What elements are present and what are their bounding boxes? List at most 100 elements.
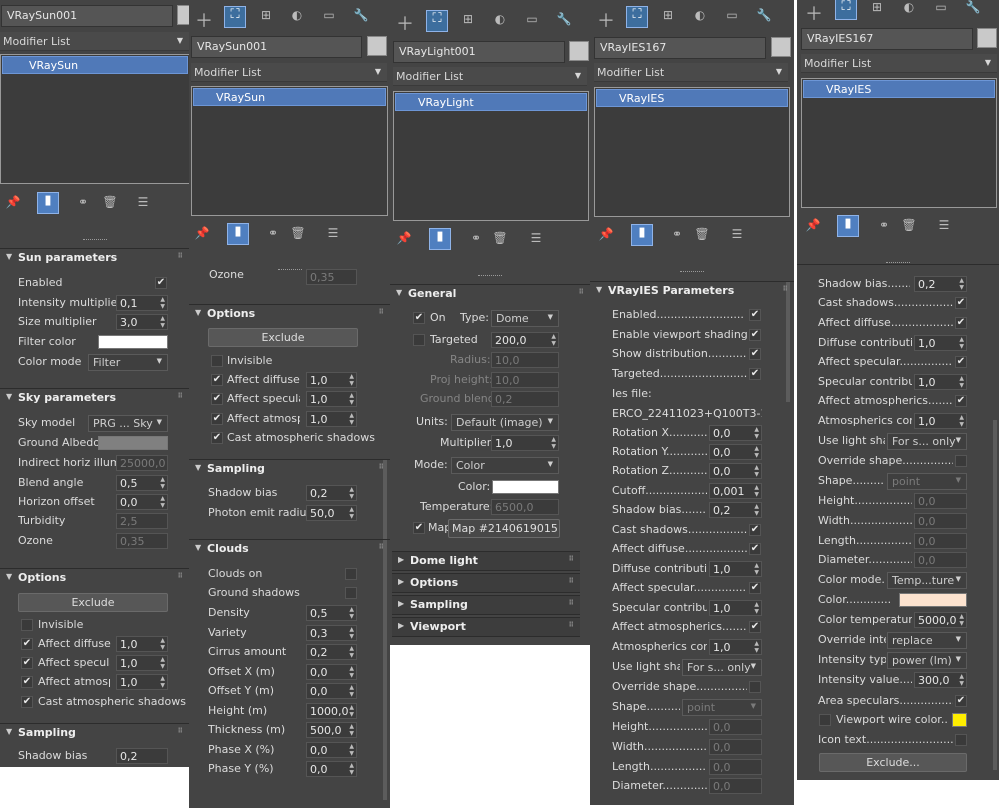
rollout-header-clouds[interactable]: ▼ Clouds ⠿ [189, 540, 390, 558]
color-temperature-spinner[interactable]: 5000,0 ▲ ▼ [914, 612, 967, 628]
motion-tab-icon[interactable]: ◐ [492, 12, 508, 30]
length-spinner[interactable]: 0,0 [709, 759, 762, 775]
temperature-spinner[interactable]: 6500,0 [491, 499, 559, 515]
rollout-sampling[interactable]: ▶ Sampling ⠿ [392, 595, 580, 615]
object-name-field[interactable]: VRayIES167 [594, 37, 766, 59]
offset-x-spinner[interactable]: 0,0 ▲ ▼ [306, 664, 357, 680]
shadow-bias-spinner[interactable]: 0,2 [116, 748, 168, 764]
modify-tab-icon[interactable]: ⛶ [224, 6, 246, 28]
rollout-options[interactable]: ▶ Options ⠿ [392, 573, 580, 593]
ground-blend-spinner[interactable]: 0,2 [491, 391, 559, 407]
shadow-bias-spinner[interactable]: 0,2 ▲ ▼ [709, 502, 762, 518]
targeted-spinner[interactable]: 200,0 ▲ ▼ [491, 332, 559, 348]
rollout-header-sun[interactable]: ▼ Sun parameters ⠿ [0, 249, 189, 267]
blend-spinner[interactable]: 0,5 ▲ ▼ [116, 475, 168, 491]
motion-tab-icon[interactable]: ◐ [289, 8, 305, 26]
object-color-swatch[interactable] [771, 37, 791, 57]
viewport-wire-color-checkbox[interactable] [819, 714, 831, 726]
modifier-list-dropdown[interactable]: Modifier List ▼ [594, 63, 788, 82]
affect-specular-checkbox[interactable]: ✔ [749, 582, 761, 594]
height-spinner[interactable]: 0,0 [914, 493, 967, 509]
pin-stack-icon[interactable]: 📌 [805, 218, 821, 236]
horizon-spinner[interactable]: 0,0 ▲ ▼ [116, 494, 168, 510]
shape-dropdown[interactable]: point ▼ [682, 699, 762, 716]
remove-modifier-icon[interactable]: 🗑 [102, 195, 118, 213]
affect-diffuse-spinner[interactable]: 1,0 ▲ ▼ [306, 372, 357, 388]
shape-dropdown[interactable]: point ▼ [887, 473, 967, 490]
utilities-tab-icon[interactable]: 🔧 [556, 12, 572, 30]
diameter-spinner[interactable]: 0,0 [709, 778, 762, 794]
enabled-checkbox[interactable]: ✔ [155, 277, 167, 289]
thickness-spinner[interactable]: 500,0 ▲ ▼ [306, 722, 357, 738]
make-unique-icon[interactable]: ⚭ [75, 195, 91, 213]
offset-y-spinner[interactable]: 0,0 ▲ ▼ [306, 683, 357, 699]
object-color-swatch[interactable] [177, 5, 189, 25]
rotation-y-spinner[interactable]: 0,0 ▲ ▼ [709, 444, 762, 460]
sky-model-dropdown[interactable]: PRG ... Sky ▼ [88, 415, 168, 432]
atmospherics-contribution-spinner[interactable]: 1,0 ▲ ▼ [914, 413, 967, 429]
ozone-spinner[interactable]: 0,35 [116, 533, 168, 549]
rollout-header-sampling[interactable]: ▼ Sampling ⠿ [0, 724, 189, 742]
exclude-button[interactable]: Exclude... [819, 753, 967, 772]
panel-splitter[interactable] [680, 271, 704, 273]
intensity-spinner[interactable]: 0,1 ▲ ▼ [116, 295, 168, 311]
panel-splitter[interactable] [277, 269, 302, 271]
specular-contribution-spinner[interactable]: 1,0 ▲ ▼ [709, 600, 762, 616]
pin-stack-icon[interactable]: 📌 [598, 227, 614, 245]
pin-stack-icon[interactable]: 📌 [396, 231, 412, 249]
length-spinner[interactable]: 0,0 [914, 533, 967, 549]
viewport-shading-checkbox[interactable]: ✔ [749, 329, 761, 341]
display-tab-icon[interactable]: ▭ [933, 0, 949, 18]
rollout-header-vrayies[interactable]: ▼ VRayIES Parameters ⠿ [590, 282, 794, 300]
modify-tab-icon[interactable]: ⛶ [626, 6, 648, 28]
rollout-header-sky[interactable]: ▼ Sky parameters ⠿ [0, 389, 189, 407]
cirrus-spinner[interactable]: 0,2 ▲ ▼ [306, 644, 357, 660]
display-tab-icon[interactable]: ▭ [321, 8, 337, 26]
show-end-result-icon[interactable]: ▮ [429, 228, 451, 250]
invisible-checkbox[interactable] [211, 355, 223, 367]
affect-atmospheric-checkbox[interactable]: ✔ [21, 676, 33, 688]
utilities-tab-icon[interactable]: 🔧 [965, 0, 981, 18]
show-end-result-icon[interactable]: ▮ [631, 224, 653, 246]
ozone-spinner[interactable]: 0,35 [306, 269, 357, 285]
area-speculars-checkbox[interactable]: ✔ [955, 695, 967, 707]
cast-shadows-checkbox[interactable]: ✔ [749, 524, 761, 536]
object-name-field[interactable]: VRayLight001 [393, 41, 565, 63]
variety-spinner[interactable]: 0,3 ▲ ▼ [306, 625, 357, 641]
utilities-tab-icon[interactable]: 🔧 [353, 8, 369, 26]
make-unique-icon[interactable]: ⚭ [876, 218, 892, 236]
rollout-dome-light[interactable]: ▶ Dome light ⠿ [392, 551, 580, 571]
affect-atmospheric-spinner[interactable]: 1,0 ▲ ▼ [116, 674, 168, 690]
affect-atmospheric-checkbox[interactable]: ✔ [211, 413, 223, 425]
affect-specular-spinner[interactable]: 1,0 ▲ ▼ [116, 655, 168, 671]
rollout-header-general[interactable]: ▼ General ⠿ [390, 285, 590, 303]
override-shape-checkbox[interactable] [749, 681, 761, 693]
object-name-field[interactable]: VRaySun001 [191, 36, 362, 58]
specular-contribution-spinner[interactable]: 1,0 ▲ ▼ [914, 374, 967, 390]
pin-stack-icon[interactable]: 📌 [5, 195, 21, 213]
shadow-bias-spinner[interactable]: 0,2 ▲ ▼ [914, 276, 967, 292]
multiplier-spinner[interactable]: 1,0 ▲ ▼ [491, 435, 559, 451]
atmospherics-contribution-spinner[interactable]: 1,0 ▲ ▼ [709, 639, 762, 655]
clouds-on-checkbox[interactable] [345, 568, 357, 580]
cast-atm-shadows-checkbox[interactable]: ✔ [21, 696, 33, 708]
stack-item-vraysun[interactable]: VRaySun [193, 88, 386, 106]
remove-modifier-icon[interactable]: 🗑 [901, 218, 917, 236]
modifier-list-dropdown[interactable]: Modifier List ▼ [191, 63, 387, 82]
type-dropdown[interactable]: Dome ▼ [491, 310, 559, 327]
targeted-checkbox[interactable]: ✔ [749, 368, 761, 380]
affect-diffuse-checkbox[interactable]: ✔ [211, 374, 223, 386]
remove-modifier-icon[interactable]: 🗑 [290, 226, 306, 244]
phase-y-spinner[interactable]: 0,0 ▲ ▼ [306, 761, 357, 777]
modify-tab-icon[interactable]: ⛶ [426, 10, 448, 32]
cast-atm-shadows-checkbox[interactable]: ✔ [211, 432, 223, 444]
wire-color-swatch[interactable] [952, 713, 967, 727]
ground-albedo-swatch[interactable] [98, 436, 168, 450]
motion-tab-icon[interactable]: ◐ [901, 0, 917, 18]
pin-stack-icon[interactable]: 📌 [194, 226, 210, 244]
affect-diffuse-checkbox[interactable]: ✔ [749, 543, 761, 555]
affect-atmospheric-spinner[interactable]: 1,0 ▲ ▼ [306, 411, 357, 427]
make-unique-icon[interactable]: ⚭ [265, 226, 281, 244]
stack-item-vrayies[interactable]: VRayIES [803, 80, 995, 98]
configure-sets-icon[interactable]: ☰ [135, 195, 151, 213]
